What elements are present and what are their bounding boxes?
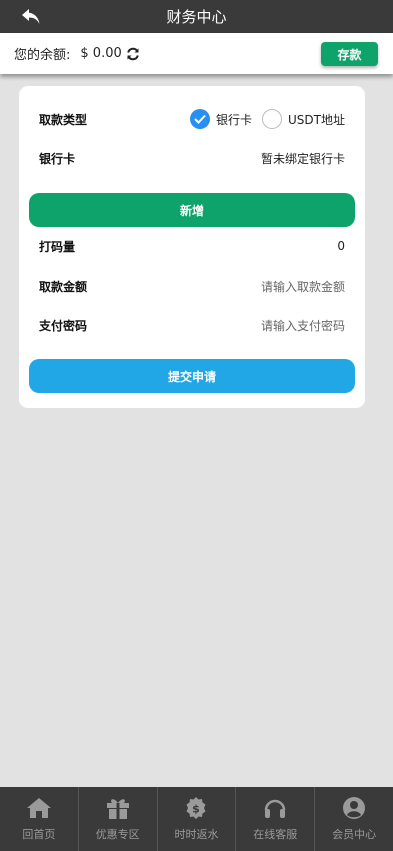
option-bank-card-label: 银行卡 xyxy=(216,112,253,127)
checkmark-icon[interactable] xyxy=(190,109,210,129)
withdraw-amount-label: 取款金额 xyxy=(39,279,88,294)
withdraw-type-row: 取款类型 银行卡 USDT地址 xyxy=(39,109,345,129)
tab-home[interactable]: 回首页 xyxy=(0,787,79,851)
page-title: 财务中心 xyxy=(166,8,227,26)
deposit-button[interactable]: 存款 xyxy=(321,42,378,66)
radio-empty-icon[interactable] xyxy=(262,109,283,129)
home-icon xyxy=(26,796,52,820)
withdraw-type-options: 银行卡 USDT地址 xyxy=(190,109,345,129)
balance-amount: $ 0.00 xyxy=(80,46,122,61)
tab-promotions-label: 优惠专区 xyxy=(95,828,140,841)
add-bank-card-button[interactable]: 新增 xyxy=(29,193,355,227)
bank-card-label: 银行卡 xyxy=(39,151,76,166)
option-usdt[interactable]: USDT地址 xyxy=(262,109,345,129)
tab-home-label: 回首页 xyxy=(22,828,56,841)
bank-card-row: 银行卡 暂未绑定银行卡 xyxy=(39,148,345,168)
tab-member[interactable]: 会员中心 xyxy=(315,787,393,851)
tab-promotions[interactable]: 优惠专区 xyxy=(79,787,158,851)
pay-password-label: 支付密码 xyxy=(39,318,88,333)
user-icon xyxy=(341,796,367,820)
pay-password-row: 支付密码 请输入支付密码 xyxy=(39,315,345,335)
svg-text:$: $ xyxy=(193,803,201,816)
option-bank-card[interactable]: 银行卡 xyxy=(190,109,252,129)
gift-icon xyxy=(105,796,131,820)
tab-rebate-label: 时时返水 xyxy=(174,828,219,841)
submit-button[interactable]: 提交申请 xyxy=(29,359,355,393)
withdraw-type-label: 取款类型 xyxy=(39,112,88,127)
top-bar: 财务中心 xyxy=(0,0,393,33)
withdraw-amount-input[interactable]: 请输入取款金额 xyxy=(261,278,345,295)
back-arrow-icon[interactable] xyxy=(20,7,42,27)
balance-label: 您的余额: xyxy=(14,48,71,63)
tab-rebate[interactable]: $ 时时返水 xyxy=(158,787,237,851)
tab-member-label: 会员中心 xyxy=(332,828,377,841)
balance-bar: 您的余额: $ 0.00 存款 xyxy=(0,33,393,74)
bet-amount-value: 0 xyxy=(337,239,345,253)
money-bag-icon: $ xyxy=(183,796,209,820)
refresh-icon[interactable] xyxy=(126,47,140,61)
tab-support-label: 在线客服 xyxy=(253,828,298,841)
bet-amount-label: 打码量 xyxy=(39,239,76,254)
bet-amount-row: 打码量 0 xyxy=(39,236,345,256)
withdraw-form-card: 取款类型 银行卡 USDT地址 银行卡 暂未绑定银行卡 新增 打码量 0 取款金… xyxy=(19,86,365,408)
pay-password-input[interactable]: 请输入支付密码 xyxy=(261,317,345,334)
bottom-tab-bar: 回首页 优惠专区 $ 时时返水 在线客服 会员中心 xyxy=(0,787,393,851)
bank-card-value: 暂未绑定银行卡 xyxy=(260,151,345,166)
headset-icon xyxy=(262,796,288,820)
option-usdt-label: USDT地址 xyxy=(288,112,345,127)
withdraw-amount-row: 取款金额 请输入取款金额 xyxy=(39,276,345,296)
tab-support[interactable]: 在线客服 xyxy=(236,787,316,851)
